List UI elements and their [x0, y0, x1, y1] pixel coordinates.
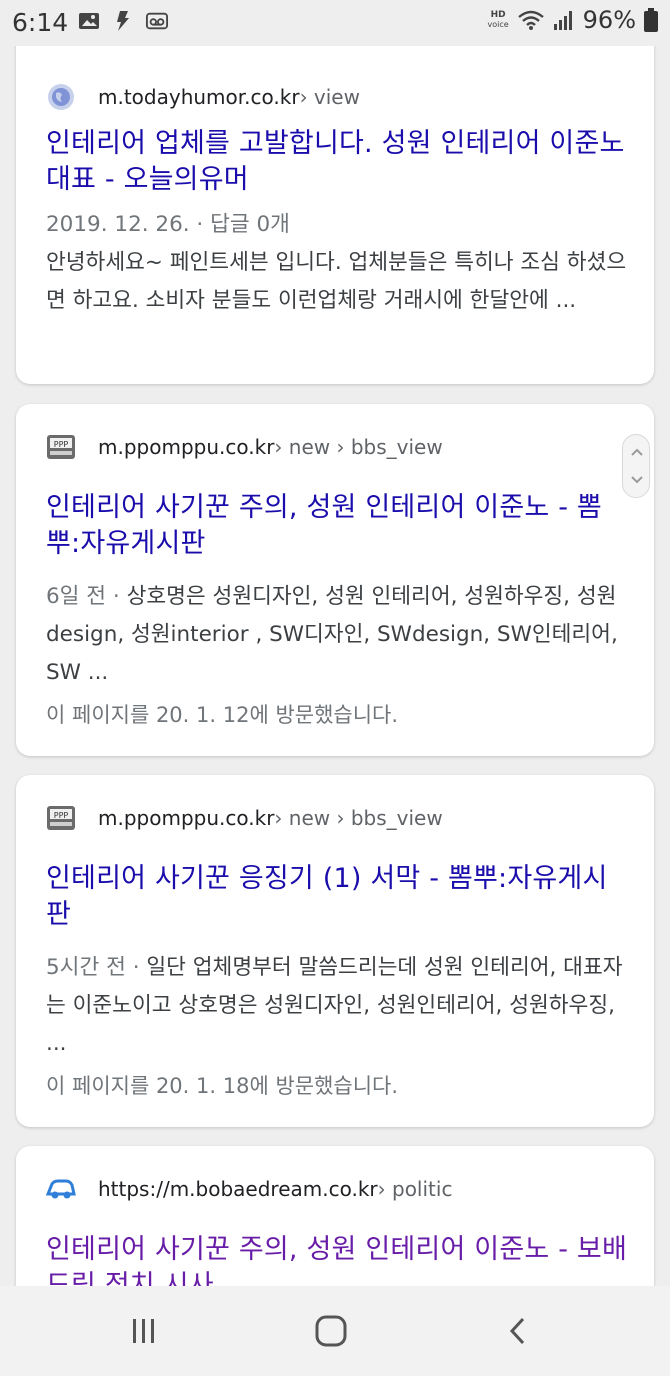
result-source[interactable]: PPP m.ppomppu.co.kr › new › bbs_view	[46, 432, 443, 462]
result-card[interactable]: PPP m.ppomppu.co.kr › new › bbs_view 인테리…	[16, 775, 654, 1127]
result-snippet: 2019. 12. 26. · 답글 0개 안녕하세요~ 페인트세븐 입니다. …	[46, 206, 631, 320]
result-title-link[interactable]: 인테리어 사기꾼 주의, 성원 인테리어 이준노 - 뽐뿌:자유게시판	[46, 490, 631, 562]
hd-voice-icon: HD voice	[487, 10, 509, 30]
back-icon	[509, 1317, 525, 1345]
result-snippet-text: 상호명은 성원디자인, 성원 인테리어, 성원하우징, 성원design, 성원…	[46, 584, 618, 685]
status-right: HD voice 96%	[487, 6, 658, 34]
result-card[interactable]: PPP m.ppomppu.co.kr › new › bbs_view 인테리…	[16, 404, 654, 756]
samsung-pay-icon	[117, 11, 129, 31]
svg-text:PPP: PPP	[54, 440, 69, 449]
back-button[interactable]	[498, 1311, 538, 1351]
result-date: 5시간 전 ·	[46, 955, 147, 980]
bobaedream-icon	[46, 1174, 76, 1204]
notification-icons	[78, 10, 168, 32]
chevron-down-icon	[631, 476, 643, 484]
svg-text:PPP: PPP	[54, 811, 69, 820]
ppomppu-icon: PPP	[46, 432, 76, 462]
recent-apps-button[interactable]	[124, 1311, 164, 1351]
recent-apps-icon	[133, 1319, 154, 1343]
result-title-link[interactable]: 인테리어 사기꾼 주의, 성원 인테리어 이준노 - 보배드림 정치 시사	[46, 1232, 631, 1286]
result-title-link[interactable]: 인테리어 사기꾼 응징기 (1) 서막 - 뽐뿌:자유게시판	[46, 861, 631, 933]
search-results[interactable]: m.todayhumor.co.kr › view 인테리어 업체를 고발합니다…	[0, 46, 670, 1286]
result-source[interactable]: PPP m.ppomppu.co.kr › new › bbs_view	[46, 803, 443, 833]
result-domain: https://m.bobaedream.co.kr	[98, 1177, 378, 1201]
status-bar: 6:14 HD voice 96%	[0, 0, 670, 46]
result-path: › politic	[377, 1177, 453, 1201]
visited-note: 이 페이지를 20. 1. 12에 방문했습니다.	[46, 703, 399, 727]
result-source[interactable]: https://m.bobaedream.co.kr › politic	[46, 1174, 452, 1204]
fast-scroll-handle[interactable]	[622, 434, 650, 498]
voicemail-icon	[146, 12, 168, 30]
result-domain: m.ppomppu.co.kr	[98, 806, 275, 830]
signal-icon	[553, 11, 572, 30]
result-snippet: 6일 전 · 상호명은 성원디자인, 성원 인테리어, 성원하우징, 성원des…	[46, 578, 631, 692]
battery-percent: 96%	[582, 6, 636, 34]
result-card[interactable]: https://m.bobaedream.co.kr › politic 인테리…	[16, 1146, 654, 1286]
navigation-bar	[0, 1286, 670, 1376]
result-date: 2019. 12. 26. · 답글 0개	[46, 212, 290, 237]
result-snippet: 5시간 전 · 일단 업체명부터 말씀드리는데 성원 인테리어, 대표자는 이준…	[46, 949, 631, 1063]
chevron-up-icon	[631, 448, 643, 456]
result-domain: m.ppomppu.co.kr	[98, 435, 275, 459]
result-path: › view	[299, 85, 360, 109]
visited-note: 이 페이지를 20. 1. 18에 방문했습니다.	[46, 1074, 399, 1098]
result-date: 6일 전 ·	[46, 584, 127, 609]
result-domain: m.todayhumor.co.kr	[98, 85, 300, 109]
globe-icon	[46, 82, 76, 112]
result-snippet-text: 안녕하세요~ 페인트세븐 입니다. 업체분들은 특히나 조심 하셨으면 하고요.…	[46, 250, 627, 313]
result-path: › new › bbs_view	[274, 435, 443, 459]
result-path: › new › bbs_view	[274, 806, 443, 830]
result-title-link[interactable]: 인테리어 업체를 고발합니다. 성원 인테리어 이준노 대표 - 오늘의유머	[46, 126, 631, 198]
ppomppu-icon: PPP	[46, 803, 76, 833]
result-card[interactable]: m.todayhumor.co.kr › view 인테리어 업체를 고발합니다…	[16, 46, 654, 384]
status-time: 6:14	[12, 8, 69, 37]
home-button[interactable]	[311, 1311, 351, 1351]
home-icon	[315, 1315, 347, 1347]
wifi-icon	[517, 10, 544, 30]
gallery-icon	[79, 13, 99, 29]
result-source[interactable]: m.todayhumor.co.kr › view	[46, 82, 360, 112]
battery-icon	[644, 8, 658, 32]
